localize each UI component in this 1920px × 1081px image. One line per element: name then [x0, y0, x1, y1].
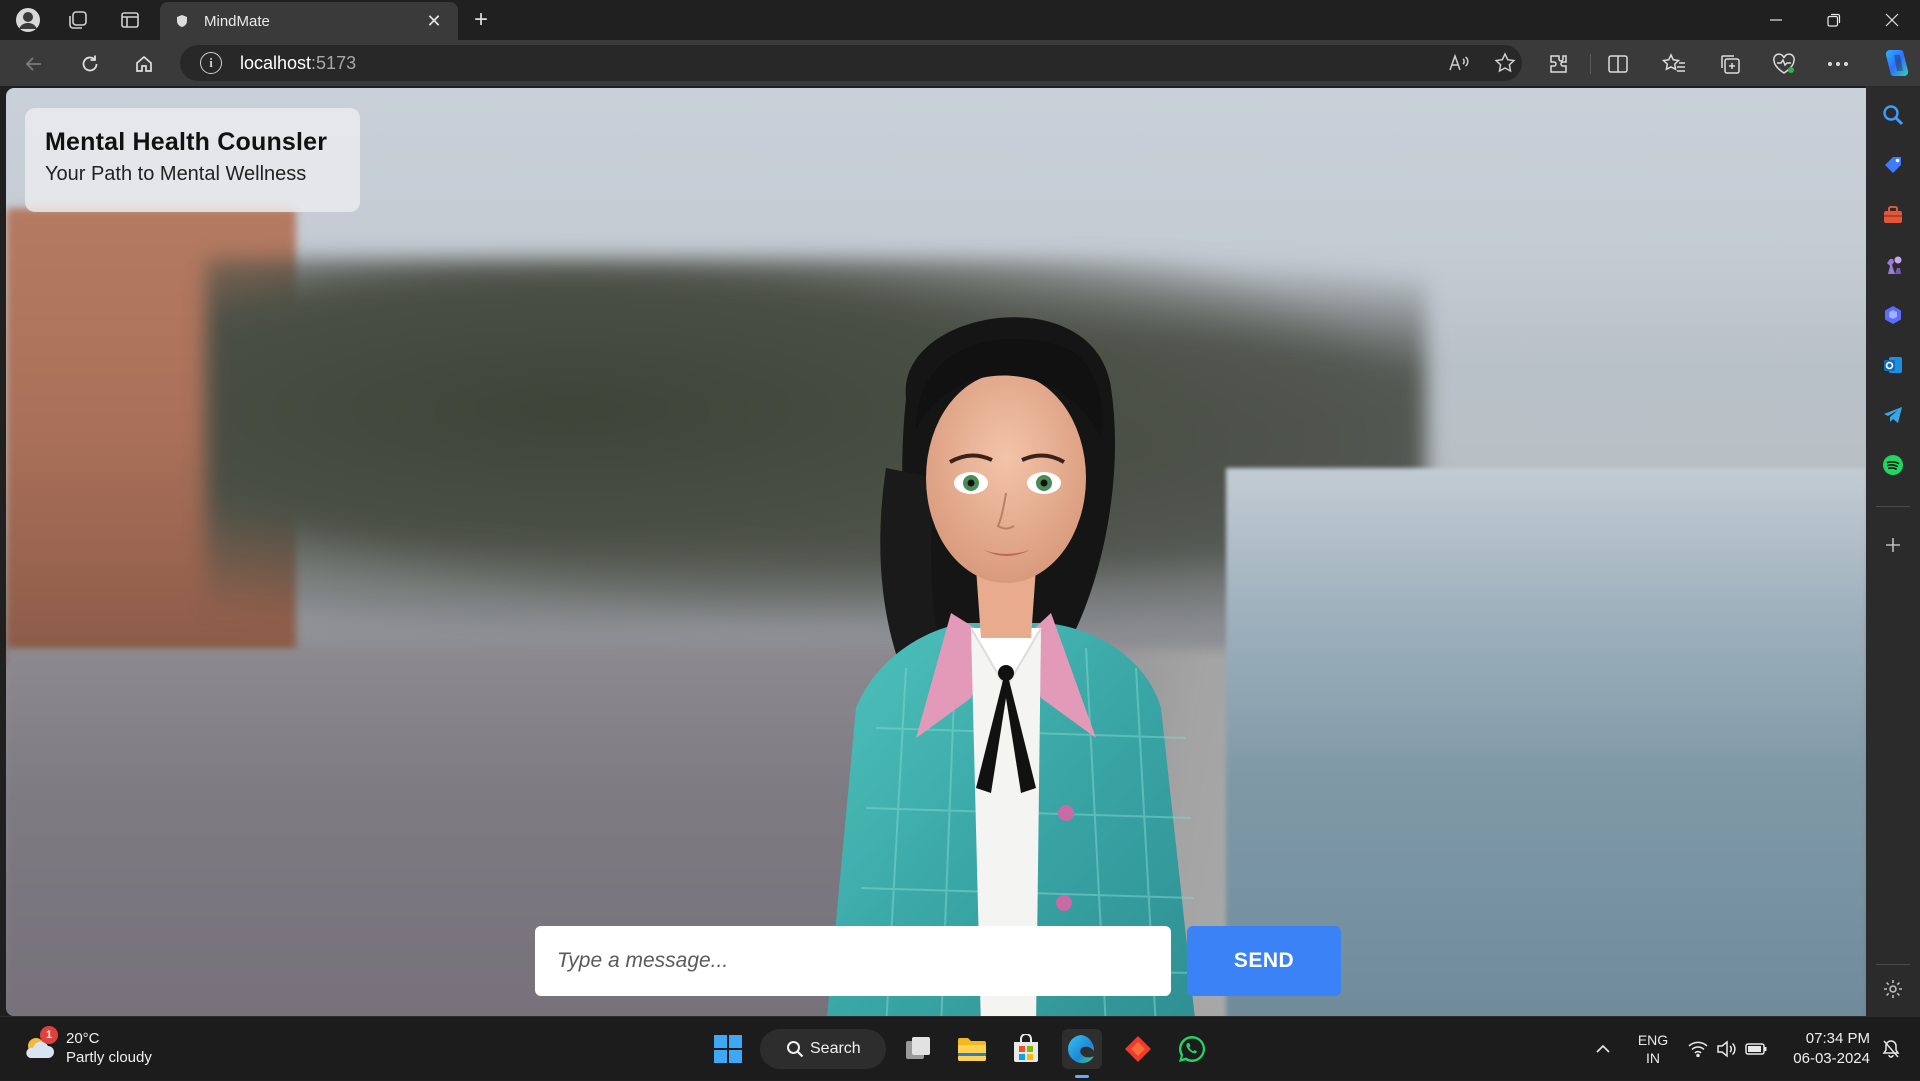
- wifi-icon[interactable]: [1684, 1017, 1712, 1081]
- sidebar-search-icon[interactable]: [1878, 100, 1908, 130]
- browser-essentials-icon[interactable]: [1766, 48, 1802, 80]
- sidebar-shopping-icon[interactable]: [1878, 150, 1908, 180]
- language-indicator[interactable]: ENG IN: [1630, 1017, 1676, 1081]
- sidebar-outlook-icon[interactable]: [1878, 350, 1908, 380]
- sidebar-copilot-icon[interactable]: [1878, 300, 1908, 330]
- tab-title: MindMate: [204, 12, 270, 30]
- taskbar-search-label: Search: [810, 1040, 861, 1057]
- restore-button[interactable]: [1806, 0, 1862, 40]
- page-subtitle: Your Path to Mental Wellness: [45, 163, 307, 185]
- sidebar-games-icon[interactable]: [1878, 250, 1908, 280]
- microsoft-store-icon[interactable]: [1006, 1029, 1046, 1069]
- partly-cloudy-icon: 1: [22, 1026, 58, 1066]
- message-input[interactable]: [535, 926, 1171, 996]
- tab-mindmate[interactable]: MindMate ✕: [160, 2, 458, 40]
- copilot-icon[interactable]: [1880, 46, 1914, 80]
- weather-description: Partly cloudy: [66, 1049, 152, 1066]
- back-button[interactable]: [16, 48, 52, 80]
- refresh-button[interactable]: [72, 48, 108, 80]
- close-window-button[interactable]: [1864, 0, 1920, 40]
- profile-icon[interactable]: [12, 6, 44, 34]
- notifications-icon[interactable]: [1876, 1017, 1906, 1081]
- windows-taskbar: 1 20°C Partly cloudy Search ENG IN 07:34…: [0, 1016, 1920, 1080]
- tab-actions-icon[interactable]: [114, 6, 146, 34]
- battery-icon[interactable]: [1742, 1017, 1770, 1081]
- collections-icon[interactable]: [1712, 48, 1748, 80]
- volume-icon[interactable]: [1712, 1017, 1740, 1081]
- browser-toolbar: i localhost:5173: [0, 40, 1920, 86]
- task-view-icon[interactable]: [898, 1029, 938, 1069]
- send-button[interactable]: SEND: [1187, 926, 1341, 996]
- edge-sidebar: [1866, 86, 1920, 1016]
- sidebar-add-icon[interactable]: [1878, 530, 1908, 560]
- language-code: ENG: [1637, 1032, 1669, 1048]
- system-clock[interactable]: 07:34 PM 06-03-2024: [1770, 1029, 1870, 1069]
- home-button[interactable]: [126, 48, 162, 80]
- sidebar-spotify-icon[interactable]: [1878, 450, 1908, 480]
- favorite-star-icon[interactable]: [1490, 49, 1520, 77]
- clock-date: 06-03-2024: [1793, 1050, 1870, 1067]
- app-title-card: Mental Health Counsler Your Path to Ment…: [25, 108, 360, 212]
- toolbar-divider: [1590, 54, 1591, 74]
- url-text[interactable]: localhost:5173: [240, 53, 356, 74]
- sidebar-divider: [1876, 506, 1910, 507]
- language-region: IN: [1646, 1050, 1660, 1066]
- sidebar-telegram-icon[interactable]: [1878, 400, 1908, 430]
- sidebar-divider-bottom: [1876, 964, 1910, 965]
- mindmate-favicon-icon: [174, 13, 190, 29]
- sidebar-tools-icon[interactable]: [1878, 200, 1908, 230]
- browser-titlebar: MindMate ✕ +: [0, 0, 1920, 40]
- read-aloud-icon[interactable]: [1444, 49, 1474, 77]
- sidebar-settings-icon[interactable]: [1878, 974, 1908, 1004]
- site-info-icon[interactable]: i: [200, 52, 222, 74]
- weather-badge: 1: [40, 1026, 58, 1044]
- whatsapp-icon[interactable]: [1172, 1029, 1212, 1069]
- taskbar-search-icon: [787, 1041, 804, 1058]
- page-viewport: Mental Health Counsler Your Path to Ment…: [6, 88, 1866, 1016]
- weather-temperature: 20°C: [66, 1030, 100, 1047]
- anydesk-icon[interactable]: [1118, 1029, 1158, 1069]
- settings-more-icon[interactable]: [1820, 48, 1856, 80]
- counselor-avatar: [827, 317, 1197, 1016]
- workspaces-icon[interactable]: [62, 6, 94, 34]
- clock-time: 07:34 PM: [1805, 1030, 1870, 1047]
- extensions-icon[interactable]: [1540, 48, 1576, 80]
- address-bar[interactable]: i localhost:5173: [180, 45, 1522, 81]
- file-explorer-icon[interactable]: [952, 1029, 992, 1069]
- edge-browser-icon[interactable]: [1062, 1029, 1102, 1069]
- split-screen-icon[interactable]: [1600, 48, 1636, 80]
- page-title: Mental Health Counsler: [45, 128, 328, 156]
- favorites-icon[interactable]: [1656, 48, 1692, 80]
- tab-close-icon[interactable]: ✕: [424, 11, 444, 32]
- active-app-indicator: [1075, 1075, 1089, 1078]
- taskbar-search[interactable]: Search: [760, 1029, 886, 1069]
- weather-widget[interactable]: 1 20°C Partly cloudy: [22, 1026, 152, 1067]
- new-tab-button[interactable]: +: [466, 6, 496, 34]
- show-hidden-icons-icon[interactable]: [1588, 1017, 1618, 1081]
- minimize-button[interactable]: [1748, 0, 1804, 40]
- start-button[interactable]: [708, 1029, 748, 1069]
